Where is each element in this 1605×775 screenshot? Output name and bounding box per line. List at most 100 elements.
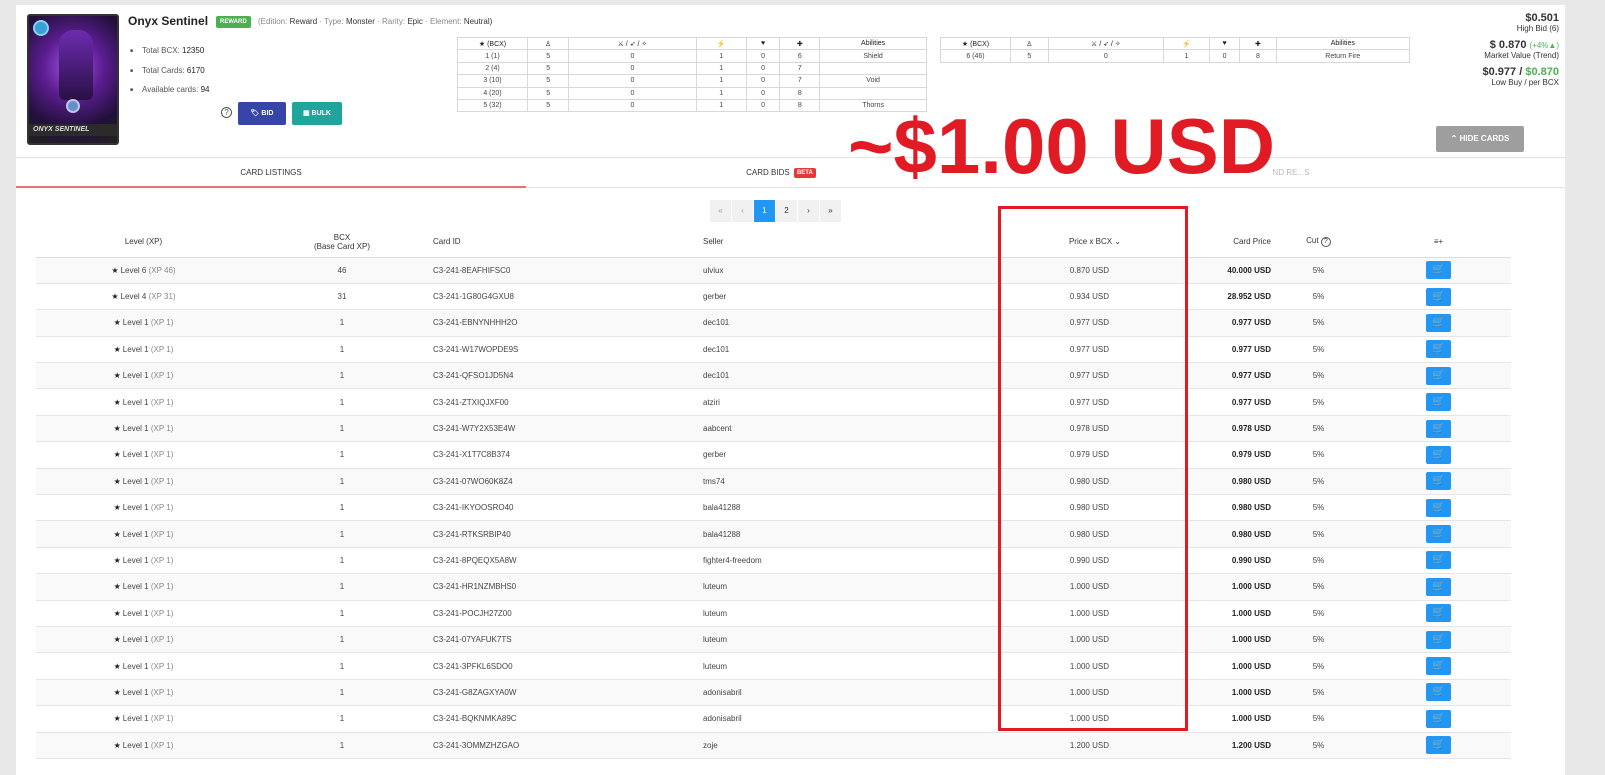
listing-tabs: CARD LISTINGS CARD BIDS BETA ND RE...S [16,157,1565,188]
tab-card-listings[interactable]: CARD LISTINGS [16,158,526,188]
cart-icon[interactable]: 🛒 [1426,340,1451,359]
card-id-cell[interactable]: C3-241-HR1NZMBHS0 [433,573,703,601]
card-id-cell[interactable]: C3-241-ZTXIQJXF00 [433,388,703,416]
seller-cell[interactable]: dec101 [703,336,986,364]
stat-available-cards: Available cards: 94 [128,85,209,105]
level-cell: ★ Level 1 (XP 1) [36,652,251,680]
card-id-cell[interactable]: C3-241-POCJH27Z00 [433,600,703,627]
page-last[interactable]: » [820,200,841,222]
page-1[interactable]: 1 [754,200,775,222]
page-2[interactable]: 2 [776,200,797,222]
page-prev[interactable]: ‹ [732,200,753,222]
col-cut[interactable]: Cut ? [1271,227,1366,258]
card-id-cell[interactable]: C3-241-W7Y2X53E4W [433,415,703,443]
cart-icon[interactable]: 🛒 [1426,736,1451,755]
cart-icon[interactable]: 🛒 [1426,683,1451,702]
cart-icon[interactable]: 🛒 [1426,525,1451,544]
cut-help-icon[interactable]: ? [1320,237,1331,248]
bcx-cell: 1 [251,652,433,680]
seller-cell[interactable]: ulviux [703,257,986,284]
cart-icon[interactable]: 🛒 [1426,287,1451,306]
cart-icon[interactable]: 🛒 [1426,577,1451,596]
cart-icon[interactable]: 🛒 [1426,366,1451,385]
cart-icon[interactable]: 🛒 [1426,261,1451,280]
card-id-cell[interactable]: C3-241-X1T7C8B374 [433,441,703,469]
cart-icon[interactable]: 🛒 [1426,709,1451,728]
card-id-cell[interactable]: C3-241-RTKSRBIP40 [433,520,703,548]
stat-cell: Return Fire [1275,49,1411,63]
seller-cell[interactable]: zoje [703,732,986,759]
seller-cell[interactable]: atziri [703,388,986,416]
card-id-cell[interactable]: C3-241-07YAFUK7TS [433,626,703,654]
cart-icon[interactable]: 🛒 [1426,393,1451,412]
cart-icon[interactable]: 🛒 [1426,551,1451,570]
seller-cell[interactable]: bala41288 [703,520,986,548]
seller-cell[interactable]: luteum [703,573,986,601]
seller-cell[interactable]: fighter4-freedom [703,547,986,575]
card-id-cell[interactable]: C3-241-IKYOOSRO40 [433,494,703,522]
help-icon[interactable]: ? [221,107,232,118]
seller-cell[interactable]: gerber [703,441,986,469]
seller-cell[interactable]: adonisabril [703,705,986,733]
col-bcx[interactable]: BCX (Base Card XP) [251,227,433,258]
page-next[interactable]: › [798,200,819,222]
col-level[interactable]: Level (XP) [36,227,251,258]
stat-cell: 2 (4) [457,61,528,76]
col-card-price[interactable]: Card Price [1121,227,1271,258]
level-cell: ★ Level 1 (XP 1) [36,388,251,416]
card-id-cell[interactable]: C3-241-G8ZAGXYA0W [433,679,703,707]
seller-cell[interactable]: dec101 [703,309,986,337]
col-actions[interactable]: ≡+ [1366,227,1511,258]
buy-cell: 🛒 [1366,388,1511,416]
card-id-cell[interactable]: C3-241-3OMMZHZGAO [433,732,703,759]
seller-cell[interactable]: bala41288 [703,494,986,522]
card-id-cell[interactable]: C3-241-8EAFHIFSC0 [433,257,703,284]
cart-icon[interactable]: 🛒 [1426,445,1451,464]
card-id-cell[interactable]: C3-241-EBNYNHHH2O [433,309,703,337]
cut-cell: 5% [1271,626,1366,654]
stat-row: 1 (1) 5 0 1 0 6 Shield [457,49,927,63]
table-row: ★ Level 1 (XP 1) 1 C3-241-07YAFUK7TS luteum 1… [36,626,1511,654]
card-id-cell[interactable]: C3-241-8PQEQX5A8W [433,547,703,575]
bcx-cell: 1 [251,336,433,364]
col-seller[interactable]: Seller [703,227,986,258]
seller-cell[interactable]: gerber [703,283,986,311]
stat-cell: 4 (20) [457,86,528,100]
card-id-cell[interactable]: C3-241-W17WOPDE9S [433,336,703,364]
col-price-bcx[interactable]: Price x BCX ⌄ [986,227,1121,258]
level-cell: ★ Level 1 (XP 1) [36,547,251,575]
card-id-cell[interactable]: C3-241-3PFKL6SDO0 [433,652,703,680]
cart-icon[interactable]: 🛒 [1426,657,1451,676]
seller-cell[interactable]: luteum [703,626,986,654]
star-icon: ★ [113,529,121,539]
seller-cell[interactable]: luteum [703,600,986,627]
card-id-cell[interactable]: C3-241-07WO60K8Z4 [433,468,703,496]
card-image: ONYX SENTINEL [27,14,119,145]
seller-cell[interactable]: dec101 [703,362,986,390]
table-row: ★ Level 1 (XP 1) 1 C3-241-W17WOPDE9S dec101 0… [36,336,1511,364]
hide-cards-button[interactable]: ⌃ HIDE CARDS [1436,126,1524,152]
seller-cell[interactable]: tms74 [703,468,986,496]
table-row: ★ Level 4 (XP 31) 31 C3-241-1G80G4GXU8 gerbe… [36,283,1511,311]
cart-icon[interactable]: 🛒 [1426,419,1451,438]
card-id-cell[interactable]: C3-241-1G80G4GXU8 [433,283,703,311]
stat-col-6: Abilities [1275,36,1411,51]
cart-icon[interactable]: 🛒 [1426,472,1451,491]
col-card-id[interactable]: Card ID [433,227,703,258]
bulk-button[interactable]: ▦ BULK [292,102,342,125]
cart-icon[interactable]: 🛒 [1426,313,1451,332]
beta-badge: BETA [793,168,816,178]
seller-cell[interactable]: luteum [703,652,986,680]
seller-cell[interactable]: adonisabril [703,679,986,707]
star-icon: ★ [113,371,121,381]
cart-icon[interactable]: 🛒 [1426,498,1451,517]
high-bid-value: $0.501 [1525,12,1559,24]
reward-badge: REWARD [216,16,251,28]
page-first[interactable]: « [710,200,731,222]
cart-icon[interactable]: 🛒 [1426,630,1451,649]
card-id-cell[interactable]: C3-241-QFSO1JD5N4 [433,362,703,390]
card-id-cell[interactable]: C3-241-BQKNMKA89C [433,705,703,733]
bid-button[interactable]: 🏷 BID [238,102,286,125]
cart-icon[interactable]: 🛒 [1426,604,1451,623]
seller-cell[interactable]: aabcent [703,415,986,443]
